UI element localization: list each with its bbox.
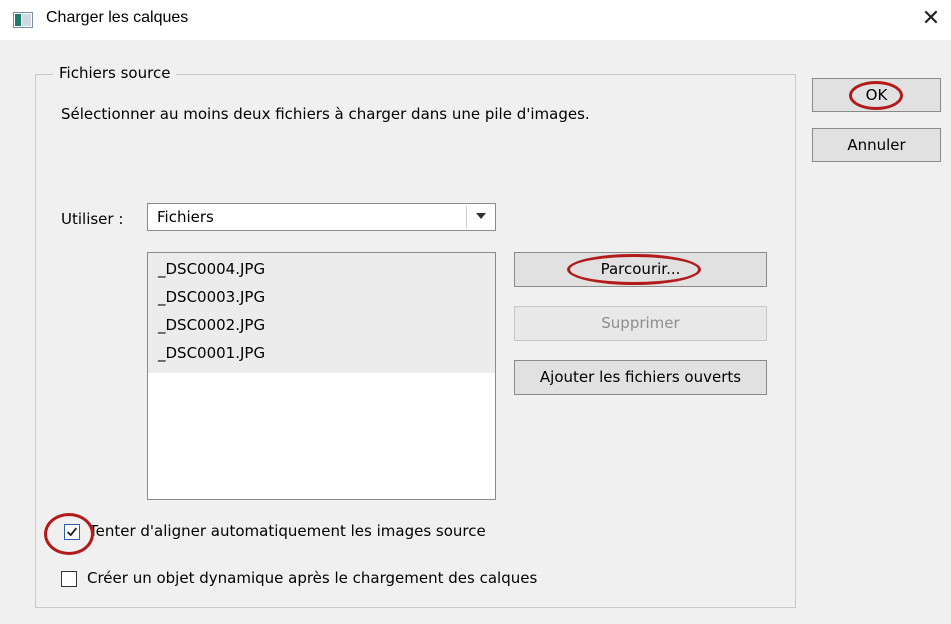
auto-align-label[interactable]: Tenter d'aligner automatiquement les ima… xyxy=(89,522,486,540)
description-text: Sélectionner au moins deux fichiers à ch… xyxy=(61,105,590,123)
file-list[interactable]: _DSC0004.JPG _DSC0003.JPG _DSC0002.JPG _… xyxy=(147,252,496,500)
use-label: Utiliser : xyxy=(61,210,124,228)
list-item[interactable]: _DSC0001.JPG xyxy=(148,339,495,367)
window-title: Charger les calques xyxy=(46,9,189,26)
use-dropdown[interactable]: Fichiers xyxy=(147,203,496,231)
close-icon[interactable]: ✕ xyxy=(918,6,944,32)
smart-object-label[interactable]: Créer un objet dynamique après le charge… xyxy=(87,569,537,587)
smart-object-checkbox[interactable] xyxy=(61,571,77,587)
title-bar: Charger les calques ✕ xyxy=(0,0,951,40)
dropdown-separator xyxy=(466,206,467,228)
list-item[interactable]: _DSC0004.JPG xyxy=(148,255,495,283)
auto-align-checkbox[interactable] xyxy=(64,524,80,540)
list-item[interactable]: _DSC0003.JPG xyxy=(148,283,495,311)
remove-button[interactable]: Supprimer xyxy=(514,306,767,341)
app-icon xyxy=(13,12,33,28)
add-open-files-button[interactable]: Ajouter les fichiers ouverts xyxy=(514,360,767,395)
list-item[interactable]: _DSC0002.JPG xyxy=(148,311,495,339)
ok-button[interactable]: OK xyxy=(812,78,941,112)
use-dropdown-value: Fichiers xyxy=(157,208,214,226)
checkmark-icon xyxy=(67,527,78,537)
cancel-button[interactable]: Annuler xyxy=(812,128,941,162)
group-title: Fichiers source xyxy=(53,64,177,82)
chevron-down-icon[interactable] xyxy=(476,213,486,219)
browse-button[interactable]: Parcourir... xyxy=(514,252,767,287)
file-list-items: _DSC0004.JPG _DSC0003.JPG _DSC0002.JPG _… xyxy=(148,253,495,373)
